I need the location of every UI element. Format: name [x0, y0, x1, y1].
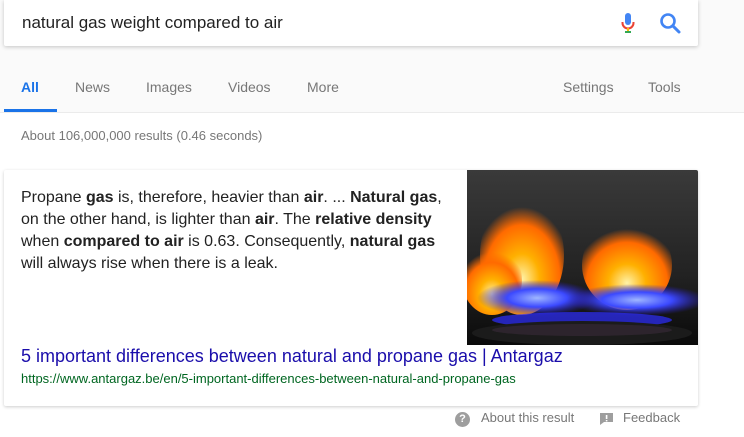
help-icon[interactable]: ?	[455, 412, 470, 427]
result-url: https://www.antargaz.be/en/5-important-d…	[21, 371, 516, 386]
tab-news[interactable]: News	[75, 79, 110, 95]
tab-images[interactable]: Images	[146, 79, 192, 95]
active-tab-indicator	[4, 109, 57, 112]
snippet-segment: . ...	[323, 189, 351, 206]
result-stats: About 106,000,000 results (0.46 seconds)	[21, 128, 263, 143]
microphone-icon[interactable]	[615, 10, 641, 36]
result-title-link[interactable]: 5 important differences between natural …	[21, 346, 563, 367]
snippet-segment: . The	[274, 211, 316, 228]
snippet-bold-segment: natural gas	[349, 233, 436, 250]
search-tabs: All News Images Videos More Settings Too…	[0, 70, 744, 112]
tab-videos[interactable]: Videos	[228, 79, 271, 95]
search-icon[interactable]	[657, 10, 683, 36]
search-input[interactable]	[22, 12, 582, 34]
snippet-bold-segment: air	[303, 189, 324, 206]
settings-link[interactable]: Settings	[563, 79, 614, 95]
snippet-segment: Propane	[21, 189, 86, 206]
snippet-segment: is 0.63. Consequently,	[183, 233, 350, 250]
gas-flame-image[interactable]	[467, 170, 698, 345]
snippet-segment: when	[21, 233, 64, 250]
feedback-link[interactable]: Feedback	[623, 410, 680, 425]
search-box[interactable]	[4, 0, 698, 46]
snippet-bold-segment: compared to air	[63, 233, 184, 250]
featured-snippet-card: Propane gas is, therefore, heavier than …	[4, 170, 698, 406]
snippet-bold-segment: air	[254, 211, 275, 228]
tools-link[interactable]: Tools	[648, 79, 681, 95]
tab-all[interactable]: All	[21, 79, 39, 95]
search-results-page: All News Images Videos More Settings Too…	[0, 0, 744, 437]
snippet-bold-segment: gas	[85, 189, 114, 206]
snippet-bold-segment: Natural gas	[350, 189, 438, 206]
about-this-result-link[interactable]: About this result	[481, 410, 574, 425]
feedback-icon[interactable]	[599, 412, 614, 426]
tab-more[interactable]: More	[307, 79, 339, 95]
snippet-segment: will always rise when there is a leak.	[21, 255, 278, 272]
snippet-segment: is, therefore, heavier than	[113, 189, 304, 206]
snippet-bold-segment: relative density	[315, 211, 432, 228]
snippet-text: Propane gas is, therefore, heavier than …	[21, 187, 453, 275]
